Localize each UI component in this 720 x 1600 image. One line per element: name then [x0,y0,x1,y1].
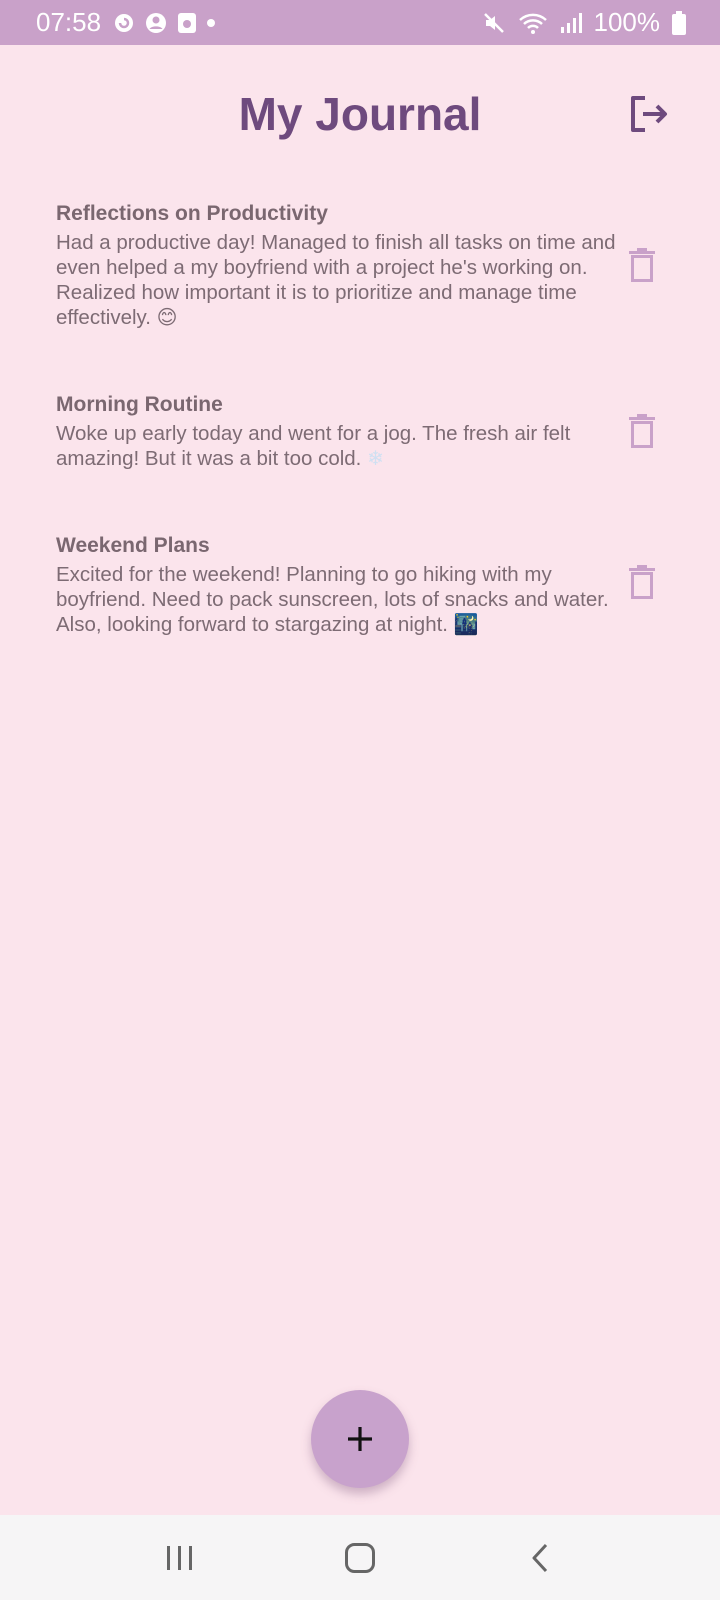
trash-icon [629,565,655,599]
entry-body-text: Excited for the weekend! Planning to go … [56,563,609,636]
journal-entry[interactable]: Morning Routine Woke up early today and … [56,391,676,471]
logout-button[interactable] [628,93,670,135]
back-button[interactable] [510,1528,570,1588]
dot-icon [207,18,216,27]
recents-icon [167,1545,192,1570]
plus-icon [348,1427,372,1451]
delete-button[interactable] [627,411,657,451]
entry-body-text: Had a productive day! Managed to finish … [56,231,616,329]
account-icon [145,12,167,34]
status-time: 07:58 [36,7,102,37]
entry-body: Woke up early today and went for a jog. … [56,421,624,471]
status-right: 100% [482,7,686,38]
delete-button[interactable] [627,562,657,602]
page-title: My Journal [238,88,482,140]
trash-icon [629,414,655,448]
status-left-icons [113,12,216,34]
entry-title: Morning Routine [56,393,223,416]
logout-icon [631,96,667,132]
back-icon [532,1543,548,1572]
trash-icon [629,248,655,282]
journal-entry[interactable]: Weekend Plans Excited for the weekend! P… [56,532,676,637]
entry-emoji: 😊 [156,305,178,329]
add-entry-button[interactable] [311,1390,409,1488]
home-icon [345,1542,375,1573]
journal-entry[interactable]: Reflections on Productivity Had a produc… [56,200,676,330]
home-button[interactable] [330,1528,390,1588]
recents-button[interactable] [150,1528,210,1588]
entry-emoji: 🌃 [453,612,479,636]
status-left: 07:58 [36,7,216,38]
media-icon [177,12,197,34]
delete-button[interactable] [627,245,657,285]
wifi-icon [518,11,548,35]
entry-body: Had a productive day! Managed to finish … [56,230,624,330]
entry-body-text: Woke up early today and went for a jog. … [56,422,571,470]
battery-icon [672,10,686,35]
entry-title: Weekend Plans [56,534,210,557]
mute-icon [482,11,506,35]
entry-body: Excited for the weekend! Planning to go … [56,562,624,637]
journal-screen: 07:58 100% My Journal Reflections on Pro… [0,0,720,1600]
status-bar: 07:58 100% [0,0,720,45]
app-header: My Journal [0,45,720,180]
battery-text: 100% [593,7,661,37]
entry-emoji: ❄ [367,446,384,470]
navigation-bar [0,1515,720,1600]
entry-title: Reflections on Productivity [56,202,328,225]
sync-icon [113,12,135,34]
signal-icon [560,12,582,34]
